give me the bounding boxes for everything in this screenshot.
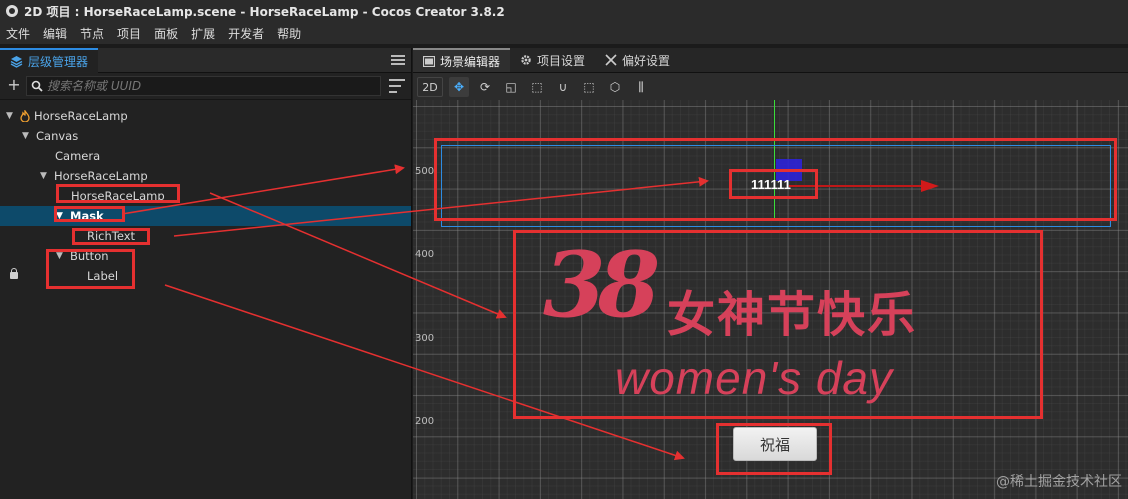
axis-label-400: 400 [415,249,435,260]
menu-help[interactable]: 帮助 [277,25,301,42]
menu-node[interactable]: 节点 [80,25,104,42]
scene-editor-panel: 场景编辑器 项目设置 偏好设置 2D ✥ ⟳ ◱ ⬚ ∪ ⬚ ⬡ ⫼ 500 4… [413,48,1128,499]
watermark-text: @稀土掘金技术社区 [996,474,1122,490]
tab-preferences[interactable]: 偏好设置 [595,48,680,72]
x-axis-gizmo[interactable] [789,185,923,187]
tab-scene-editor[interactable]: 场景编辑器 [413,48,511,72]
search-input[interactable] [47,79,347,93]
tree-node-label: HorseRaceLamp [54,169,148,183]
tab-label: 场景编辑器 [440,54,501,69]
chevron-down-icon[interactable]: ▼ [6,111,16,121]
banner-chinese-text: 女神节快乐 [667,287,918,343]
tree-node-richtext[interactable]: RichText [0,226,411,246]
cocos-logo-icon [6,5,18,17]
scene-flame-icon [20,110,30,122]
menu-extension[interactable]: 扩展 [191,25,215,42]
move-tool-icon[interactable]: ✥ [449,77,469,97]
rotate-tool-icon[interactable]: ⟳ [475,77,495,97]
axis-label-300: 300 [415,333,435,344]
chevron-down-icon[interactable]: ▼ [40,171,50,181]
tree-node-horseracelamp-scene[interactable]: ▼ HorseRaceLamp [0,106,411,126]
hierarchy-panel: 层级管理器 + ▼ HorseRaceLamp ▼ Canvas [0,47,412,499]
marquee-richtext[interactable]: 111111 [751,177,791,192]
window-titlebar: 2D 项目 : HorseRaceLamp.scene - HorseRaceL… [0,0,1128,22]
tree-node-label: HorseRaceLamp [34,109,128,123]
rect-tool-icon[interactable]: ⬚ [527,77,547,97]
tree-node-button[interactable]: ▼ Button [0,246,411,266]
axis-label-500: 500 [415,166,435,177]
menu-panel[interactable]: 面板 [154,25,178,42]
cube-icon[interactable]: ⬡ [605,77,625,97]
window-title: 2D 项目 : HorseRaceLamp.scene - HorseRaceL… [24,4,505,19]
x-axis-arrowhead[interactable] [921,180,939,192]
tree-node-label: RichText [87,229,136,243]
hierarchy-search-row: + [0,73,411,100]
scene-editor-icon [423,55,435,67]
sort-icon[interactable] [389,79,405,93]
chevron-down-icon[interactable]: ▼ [22,131,32,141]
tree-node-label[interactable]: Label [0,266,411,286]
align-tool-icon[interactable]: ⫼ [631,77,651,97]
tree-node-label: Label [87,269,119,283]
tree-node-label: Camera [55,149,101,163]
add-node-button[interactable]: + [6,77,22,94]
tab-hierarchy[interactable]: 层级管理器 [0,47,99,73]
menu-project[interactable]: 项目 [117,25,141,42]
hierarchy-tabbar: 层级管理器 [0,47,411,73]
menu-edit[interactable]: 编辑 [43,25,67,42]
scene-toolbar: 2D ✥ ⟳ ◱ ⬚ ∪ ⬚ ⬡ ⫼ [413,74,1128,100]
scale-tool-icon[interactable]: ◱ [501,77,521,97]
2d-mode-toggle[interactable]: 2D [417,77,443,97]
panel-menu-icon[interactable] [391,55,405,65]
tab-label: 偏好设置 [622,53,671,68]
bless-button[interactable]: 祝福 [733,427,817,461]
chevron-down-icon[interactable]: ▼ [56,211,66,221]
tree-node-camera[interactable]: Camera [0,146,411,166]
snap-tool-icon[interactable]: ∪ [553,77,573,97]
gear-icon [521,55,531,65]
tree-node-canvas[interactable]: ▼ Canvas [0,126,411,146]
menu-file[interactable]: 文件 [6,25,30,42]
chevron-down-icon[interactable]: ▼ [56,251,66,261]
banner-number: 38 [543,232,660,338]
tree-node-label: Canvas [36,129,79,143]
tab-label: 项目设置 [537,53,586,68]
tree-node-horseracelamp[interactable]: ▼ HorseRaceLamp [0,166,411,186]
tab-project-settings[interactable]: 项目设置 [510,48,595,72]
axis-label-200: 200 [415,416,435,427]
search-icon [31,80,43,92]
tree-node-horseracelamp-child[interactable]: HorseRaceLamp [0,186,411,206]
tree-node-label: Mask [70,209,104,223]
tools-icon [605,54,617,66]
search-box [26,76,381,96]
editor-tabbar: 场景编辑器 项目设置 偏好设置 [413,48,1128,73]
tree-node-label: Button [70,249,109,263]
layers-icon [10,55,23,68]
tree-node-mask[interactable]: ▼ Mask [0,206,411,226]
scene-viewport[interactable]: 500 400 300 200 111111 38 女神节快乐 women's … [413,100,1128,499]
banner-english-text: women's day [615,352,894,404]
tree-node-label: HorseRaceLamp [71,189,165,203]
tab-hierarchy-label: 层级管理器 [28,54,89,69]
lock-icon[interactable] [10,268,18,279]
transform-space-icon[interactable]: ⬚ [579,77,599,97]
womens-day-banner[interactable]: 38 女神节快乐 women's day [517,235,1037,410]
menu-developer[interactable]: 开发者 [228,25,264,42]
menu-bar: 文件 编辑 节点 项目 面板 扩展 开发者 帮助 [0,22,1128,44]
